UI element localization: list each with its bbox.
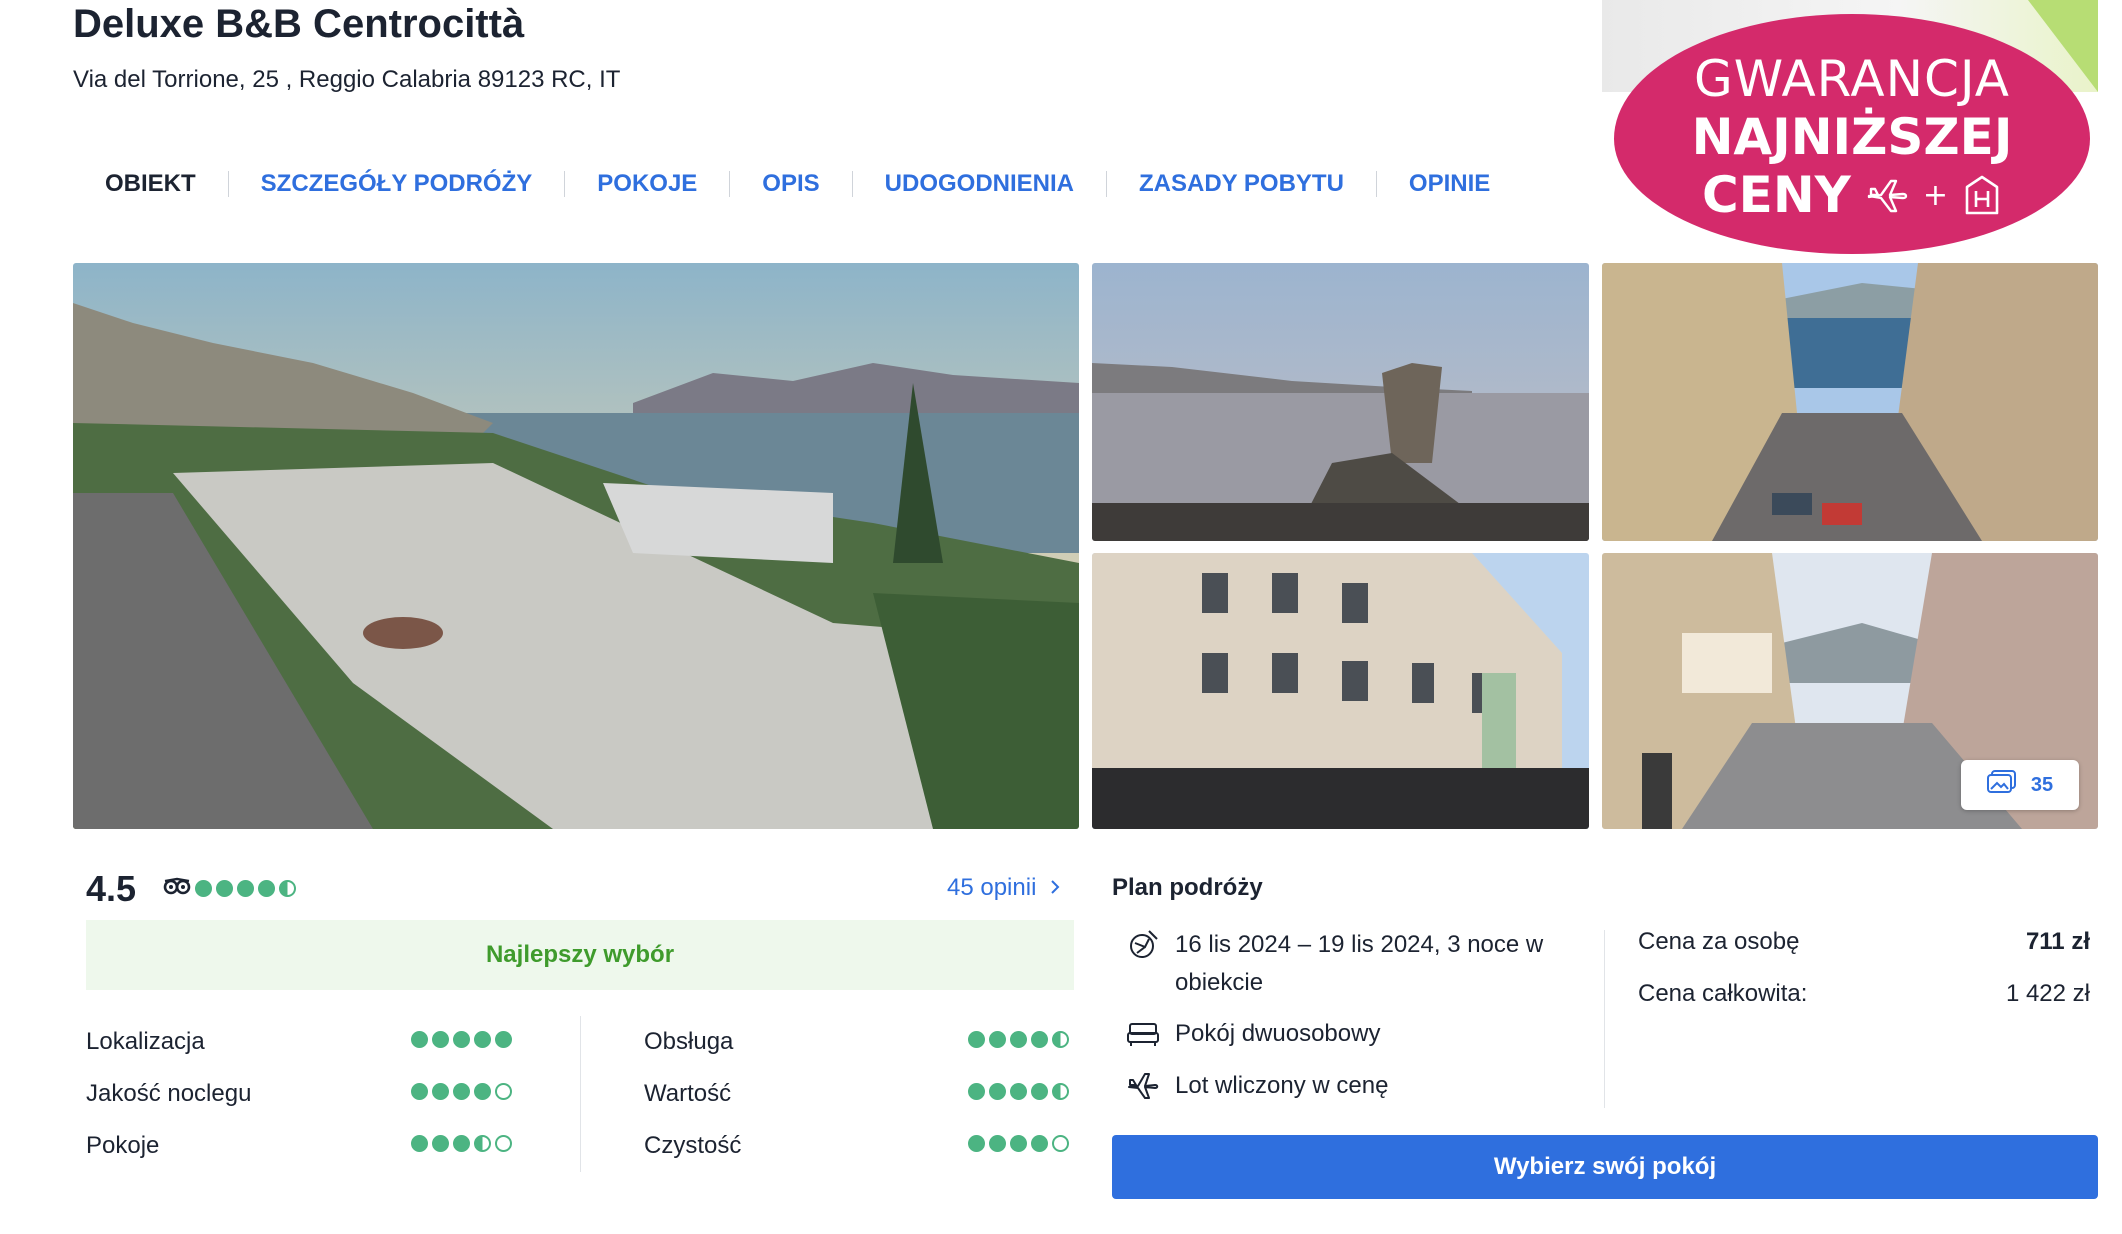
badge-line-3: CENY + [1614,166,2090,224]
tab-udogodnienia[interactable]: UDOGODNIENIA [853,171,1107,197]
rating-score: 4.5 [86,868,137,909]
travel-dates-icon [1127,926,1159,964]
rating-dot [1010,1031,1027,1048]
rating-category-dots [411,1031,512,1048]
badge-line-2: NAJNIŻSZEJ [1691,108,2013,166]
best-choice-banner: Najlepszy wybór [86,920,1074,990]
rating-dot [1052,1031,1069,1048]
rating-dot [1010,1135,1027,1152]
rating-category-label: Obsługa [644,1028,734,1055]
rating-dot [411,1135,428,1152]
gallery-icon [1986,770,2017,800]
rating-dot [453,1083,470,1100]
plan-dates-text: 16 lis 2024 – 19 lis 2024, 3 noce w obie… [1175,926,1543,1002]
rating-category-label: Wartość [644,1080,732,1107]
rating-dot [411,1031,428,1048]
plan-dates-row: 16 lis 2024 – 19 lis 2024, 3 noce w obie… [1127,926,1543,1002]
photo-count-label: 35 [2030,773,2054,796]
chevron-right-icon [1050,874,1060,902]
rating-dot [258,880,275,897]
sea-monument-photo[interactable] [1092,263,1589,541]
plus-sign-icon: + [1922,177,1949,213]
rating-category-dots [411,1083,512,1100]
plan-dates-line-2: obiekcie [1175,969,1264,996]
rating-dot [432,1031,449,1048]
price-per-person-label: Cena za osobę [1638,928,1800,955]
rating-dot [279,880,296,897]
lowest-price-guarantee-badge: GWARANCJA NAJNIŻSZEJ CENY + [1614,14,2090,254]
rating-dot [495,1083,512,1100]
rating-dot [1031,1135,1048,1152]
rating-dot [968,1031,985,1048]
rating-category-label: Czystość [644,1132,742,1159]
rating-category-label: Lokalizacja [86,1028,205,1055]
rating-category-dots [411,1135,512,1152]
bed-icon [1127,1015,1159,1053]
hotel-icon [1962,173,2002,217]
rating-dot [1031,1083,1048,1100]
plan-price-divider [1604,930,1605,1108]
rating-dot [195,880,212,897]
rating-dot [432,1135,449,1152]
tab-opinie[interactable]: OPINIE [1377,171,1522,197]
tab-zasady-pobytu[interactable]: ZASADY POBYTU [1107,171,1377,197]
rating-dot [1052,1083,1069,1100]
price-per-person-value: 711 zł [2025,928,2090,955]
rating-column-divider [580,1016,581,1172]
total-price-label: Cena całkowita: [1638,980,1808,1007]
rating-dot [968,1135,985,1152]
rating-dot [989,1135,1006,1152]
select-room-button[interactable]: Wybierz swój pokój [1112,1135,2098,1199]
rating-category-label: Pokoje [86,1132,160,1159]
rating-dot [1052,1135,1069,1152]
rating-dot [495,1135,512,1152]
rating-dot [453,1135,470,1152]
rating-dot [474,1083,491,1100]
photo-count-button[interactable]: 35 [1961,760,2079,810]
rating-dot [495,1031,512,1048]
hotel-address: Via del Torrione, 25 , Reggio Calabria 8… [73,66,621,93]
hotel-name: Deluxe B&B Centrocittà [73,2,525,46]
rating-dot [1010,1083,1027,1100]
rating-dot [989,1031,1006,1048]
plan-title: Plan podróży [1112,874,1263,901]
plane-icon [1127,1067,1159,1105]
total-price-value: 1 422 zł [2005,980,2090,1007]
museum-queue-photo[interactable] [1092,553,1589,829]
badge-line-1: GWARANCJA [1694,50,2010,108]
rating-dot [968,1083,985,1100]
rating-dot [216,880,233,897]
tab-opis[interactable]: OPIS [730,171,853,197]
rating-category-dots [968,1135,1069,1152]
rating-category-label: Jakość noclegu [86,1080,252,1107]
rating-dot [989,1083,1006,1100]
rating-category-dots [968,1083,1069,1100]
plan-dates-line-1: 16 lis 2024 – 19 lis 2024, 3 noce w [1175,931,1544,958]
plan-room-row: Pokój dwuosobowy [1127,1015,1380,1053]
seafront-promenade-photo[interactable] [73,263,1079,829]
plan-room-text: Pokój dwuosobowy [1175,1020,1381,1047]
rating-dot [237,880,254,897]
rating-dot [474,1031,491,1048]
rating-dot [474,1135,491,1152]
badge-line-3-text: CENY [1701,166,1851,224]
plan-flight-text: Lot wliczony w cenę [1175,1072,1389,1099]
overall-rating-dots [163,877,296,900]
tab-szczegoly-podrozy[interactable]: SZCZEGÓŁY PODRÓŻY [229,171,566,197]
tab-obiekt[interactable]: OBIEKT [73,171,229,197]
rating-category-dots [968,1031,1069,1048]
section-tabs: OBIEKT SZCZEGÓŁY PODRÓŻY POKOJE OPIS UDO… [73,164,1522,204]
rating-dot [432,1083,449,1100]
plane-icon [1865,175,1909,215]
tripadvisor-owl-icon [163,877,191,900]
rating-dot [1031,1031,1048,1048]
plan-flight-row: Lot wliczony w cenę [1127,1067,1388,1105]
reviews-link[interactable]: 45 opinii [947,874,1060,902]
reviews-link-label: 45 opinii [947,874,1037,901]
tab-pokoje[interactable]: POKOJE [565,171,731,197]
rating-dot [411,1083,428,1100]
rating-dot [453,1031,470,1048]
street-to-sea-photo[interactable] [1602,263,2098,541]
